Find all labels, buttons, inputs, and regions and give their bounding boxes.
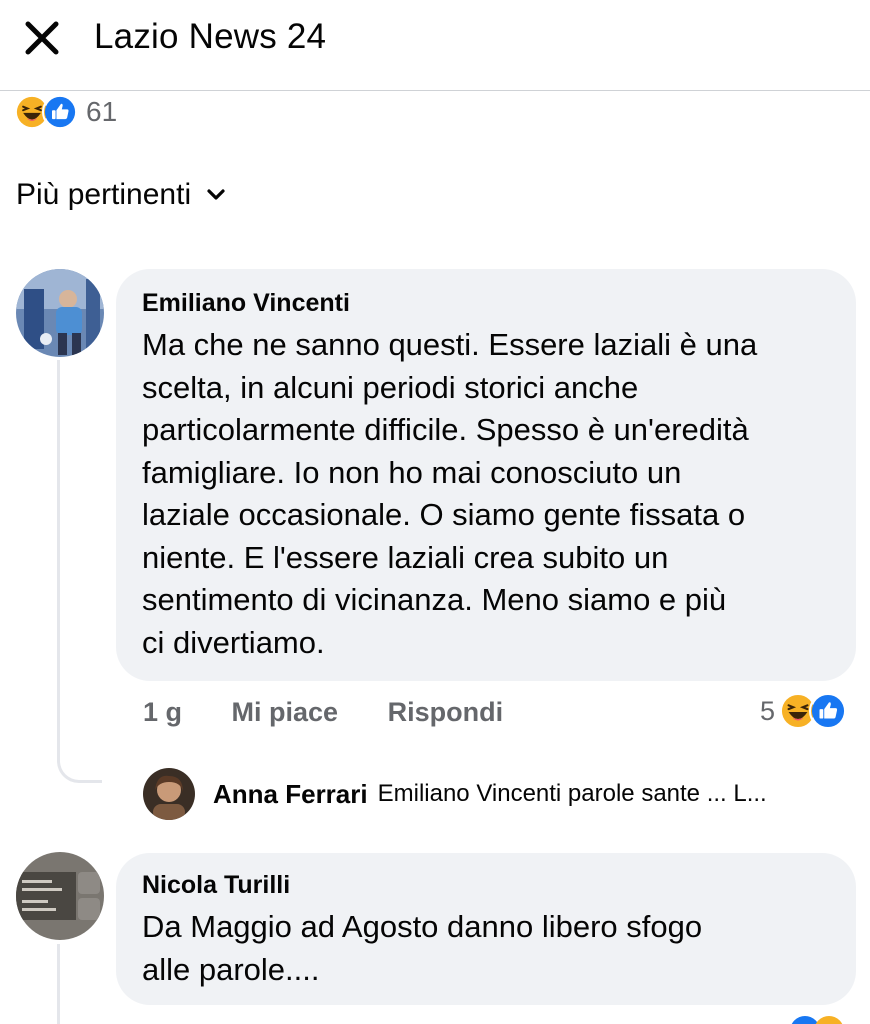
header-bar: Lazio News 24 — [0, 0, 870, 91]
reply-text: Emiliano Vincenti parole sante ... L... — [377, 780, 767, 807]
comment-author[interactable]: Emiliano Vincenti — [142, 289, 830, 318]
close-icon[interactable] — [22, 18, 62, 58]
comment-reactions[interactable]: 5 — [760, 691, 848, 731]
comment-text: Da Maggio ad Agosto danno libero sfogo a… — [142, 909, 703, 987]
avatar[interactable] — [143, 768, 195, 820]
reaction-count: 61 — [86, 96, 118, 127]
avatar[interactable] — [16, 269, 104, 357]
like-icon — [42, 94, 78, 130]
avatar[interactable] — [16, 852, 104, 940]
comment-text: Ma che ne sanno questi. Essere laziali è… — [142, 327, 758, 660]
comment-time[interactable]: 1 g — [143, 697, 182, 727]
like-button[interactable]: Mi piace — [232, 697, 339, 727]
comment-bubble[interactable]: Nicola Turilli Da Maggio ad Agosto danno… — [116, 853, 856, 1005]
comment-author[interactable]: Nicola Turilli — [142, 871, 830, 900]
haha-icon — [814, 1016, 844, 1024]
sort-label: Più pertinenti — [16, 178, 192, 211]
reply-preview[interactable]: Anna Ferrari Emiliano Vincenti parole sa… — [143, 768, 853, 820]
thread-line — [57, 360, 102, 783]
like-icon — [809, 692, 848, 730]
reply-button[interactable]: Rispondi — [388, 697, 504, 727]
comment-reactions — [790, 1016, 850, 1024]
reply-author[interactable]: Anna Ferrari — [213, 779, 368, 810]
page-title: Lazio News 24 — [94, 17, 327, 56]
thread-line — [57, 944, 60, 1024]
post-reactions-summary[interactable]: 61 — [14, 94, 117, 130]
chevron-down-icon — [207, 189, 225, 200]
comment-actions: 1 g Mi piace Rispondi — [143, 697, 503, 728]
comment-bubble[interactable]: Emiliano Vincenti Ma che ne sanno questi… — [116, 269, 856, 681]
comment-reaction-count: 5 — [760, 695, 776, 726]
sort-dropdown[interactable]: Più pertinenti — [16, 178, 227, 212]
